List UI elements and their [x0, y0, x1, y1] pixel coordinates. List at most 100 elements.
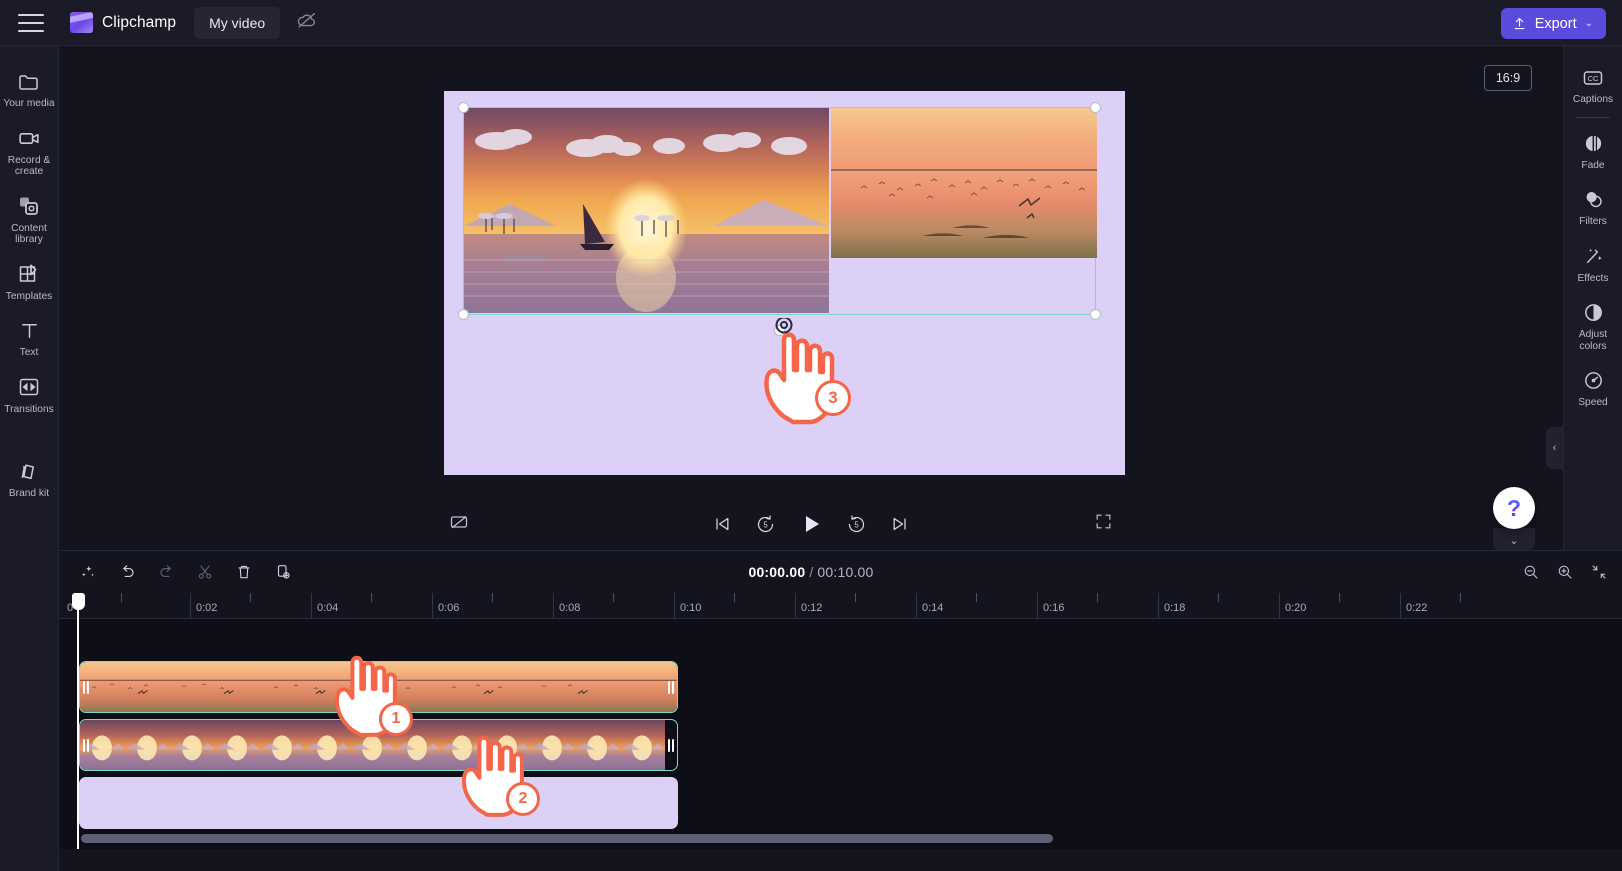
sidebar-item-brand-kit[interactable]: Brand kit — [0, 450, 59, 507]
help-button[interactable]: ? — [1493, 487, 1535, 529]
thumb — [168, 662, 256, 712]
ruler-tick-label: 0:04 — [317, 602, 339, 614]
svg-text:5: 5 — [763, 520, 768, 529]
sidebar-item-captions[interactable]: CC Captions — [1564, 56, 1622, 113]
sidebar-label: Fade — [1581, 159, 1605, 171]
thumb — [256, 662, 344, 712]
clip-trim-handle-left[interactable] — [80, 662, 92, 712]
clip-trim-handle-left[interactable] — [80, 720, 92, 770]
sidebar-label: Captions — [1572, 94, 1614, 105]
thumb — [432, 662, 520, 712]
thumb — [305, 720, 350, 770]
timeline-tracks — [59, 593, 1622, 849]
track-clip-sunset[interactable] — [79, 719, 678, 771]
track-clip-birds[interactable] — [79, 661, 678, 713]
ruler-tick-major — [432, 593, 433, 619]
right-panel-collapse-button[interactable]: ‹ — [1546, 427, 1563, 469]
resize-handle-top-left[interactable] — [458, 102, 469, 113]
sidebar-label: Adjust colors — [1578, 329, 1608, 352]
selection-bounding-box[interactable] — [458, 102, 1101, 336]
sidebar-item-fade[interactable]: Fade — [1564, 122, 1622, 179]
thumb — [125, 720, 170, 770]
thumb — [215, 720, 260, 770]
sidebar-item-text[interactable]: Text — [0, 309, 59, 366]
timeline-playhead[interactable] — [71, 593, 85, 849]
timeline-horizontal-scrollbar[interactable] — [81, 834, 1053, 843]
ruler-tick-minor — [492, 593, 493, 602]
track-clip-background[interactable] — [79, 777, 678, 829]
ruler-tick-major — [1158, 593, 1159, 619]
ruler-tick-minor — [1218, 593, 1219, 602]
clip-trim-handle-right[interactable] — [665, 720, 677, 770]
thumb — [344, 662, 432, 712]
export-label: Export — [1534, 15, 1577, 32]
sidebar-item-transitions[interactable]: Transitions — [0, 366, 59, 423]
svg-text:CC: CC — [1588, 74, 1599, 83]
thumb — [440, 720, 485, 770]
clip-trim-handle-right[interactable] — [665, 662, 677, 712]
preview-canvas[interactable] — [444, 91, 1125, 475]
text-t-icon — [2, 318, 57, 343]
skip-to-start-button[interactable] — [712, 514, 732, 534]
templates-grid-icon — [2, 262, 57, 287]
thumb — [620, 720, 665, 770]
chevron-down-icon: ⌄ — [1509, 535, 1519, 547]
help-panel-chevron[interactable]: ⌄ — [1493, 528, 1535, 550]
playhead-knob[interactable] — [71, 593, 85, 610]
ruler-tick-label: 0:06 — [438, 602, 460, 614]
birds-over-water-image[interactable] — [831, 108, 1097, 258]
thumb — [520, 662, 608, 712]
resize-handle-bottom-left[interactable] — [458, 309, 469, 320]
sidebar-label: Templates — [5, 290, 53, 302]
rewind-5s-button[interactable]: 5 — [755, 514, 776, 535]
effects-wand-icon — [1566, 244, 1621, 269]
hamburger-menu-icon[interactable] — [18, 13, 44, 32]
video-camera-icon — [2, 126, 57, 151]
zoom-out-button[interactable] — [1522, 563, 1540, 581]
sidebar-item-filters[interactable]: Filters — [1564, 178, 1622, 235]
sidebar-item-speed[interactable]: Speed — [1564, 359, 1622, 416]
play-button[interactable] — [799, 512, 823, 536]
resize-handle-bottom-right[interactable] — [1090, 309, 1101, 320]
sidebar-item-templates[interactable]: Templates — [0, 253, 59, 310]
thumb — [575, 720, 620, 770]
forward-5s-button[interactable]: 5 — [846, 514, 867, 535]
upload-icon — [1514, 17, 1525, 30]
export-button[interactable]: Export ⌄ — [1500, 8, 1606, 39]
sidebar-item-effects[interactable]: Effects — [1564, 235, 1622, 292]
resize-handle-bottom-center[interactable] — [773, 325, 785, 336]
ruler-tick-minor — [250, 593, 251, 602]
sidebar-item-content-library[interactable]: Content library — [0, 185, 59, 253]
ruler-tick-minor — [613, 593, 614, 602]
top-bar: Clipchamp My video Export ⌄ — [0, 0, 1622, 46]
aspect-ratio-button[interactable]: 16:9 — [1484, 65, 1532, 91]
sidebar-item-record-create[interactable]: Record & create — [0, 117, 59, 185]
clip-thumbnail-strip — [80, 720, 677, 770]
fullscreen-button[interactable] — [1094, 512, 1113, 536]
timeline-ruler[interactable]: 0 0:02 0:04 0:06 0:08 0:10 0:12 0:14 0:16 0:18 0:2… — [59, 593, 1622, 619]
skip-to-end-button[interactable] — [890, 514, 910, 534]
zoom-in-button[interactable] — [1556, 563, 1574, 581]
help-question-icon: ? — [1506, 494, 1522, 521]
ruler-tick-major — [1279, 593, 1280, 619]
video-title-field[interactable]: My video — [194, 6, 281, 39]
sidebar-item-your-media[interactable]: Your media — [0, 60, 59, 117]
brand-kit-icon — [2, 459, 57, 484]
cloud-off-icon[interactable] — [296, 9, 318, 36]
sidebar-label: Brand kit — [8, 488, 50, 499]
sidebar-label: Transitions — [4, 403, 54, 415]
clipchamp-editor-window: Clipchamp My video Export ⌄ Your media R… — [0, 0, 1622, 871]
ruler-tick-major — [553, 593, 554, 619]
svg-text:5: 5 — [854, 520, 859, 529]
ruler-tick-minor — [855, 593, 856, 602]
sidebar-item-adjust-colors[interactable]: Adjust colors — [1564, 291, 1622, 359]
timecode-display: 00:00.00/00:10.00 — [59, 564, 1563, 580]
current-time: 00:00.00 — [748, 564, 806, 580]
fit-to-screen-button[interactable] — [1590, 563, 1608, 581]
resize-handle-top-right[interactable] — [1090, 102, 1101, 113]
sidebar-label: Record & create — [7, 154, 51, 178]
clipchamp-logo-icon — [70, 12, 93, 33]
thumb — [80, 662, 168, 712]
sidebar-label: Filters — [1579, 216, 1607, 227]
sunset-sailboat-image[interactable] — [464, 108, 829, 313]
